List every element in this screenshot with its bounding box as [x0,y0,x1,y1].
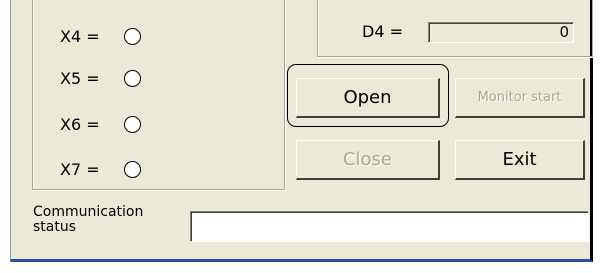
input-label-x7: X7 = [60,160,100,179]
input-row-x7: X7 = [60,160,141,179]
input-label-x4: X4 = [60,27,100,46]
input-label-x6: X6 = [60,115,100,134]
monitor-start-button[interactable]: Monitor start [455,78,585,118]
close-button[interactable]: Close [296,140,440,180]
open-button[interactable]: Open [296,78,440,118]
input-label-x5: X5 = [60,69,100,88]
d4-label: D4 = [362,22,403,41]
input-row-x4: X4 = [60,27,141,46]
input-indicator-x6-icon [124,116,141,133]
input-row-x6: X6 = [60,115,141,134]
communication-status-label: Communication status [33,205,143,235]
communication-status-label-line2: status [33,219,77,235]
input-row-x5: X5 = [60,69,141,88]
communication-status-field [190,211,589,242]
d4-value-field: 0 [428,22,574,43]
input-indicator-x7-icon [124,161,141,178]
communication-status-label-line1: Communication [33,204,144,220]
input-indicator-x5-icon [124,70,141,87]
input-indicator-x4-icon [124,28,141,45]
exit-button[interactable]: Exit [455,140,585,180]
